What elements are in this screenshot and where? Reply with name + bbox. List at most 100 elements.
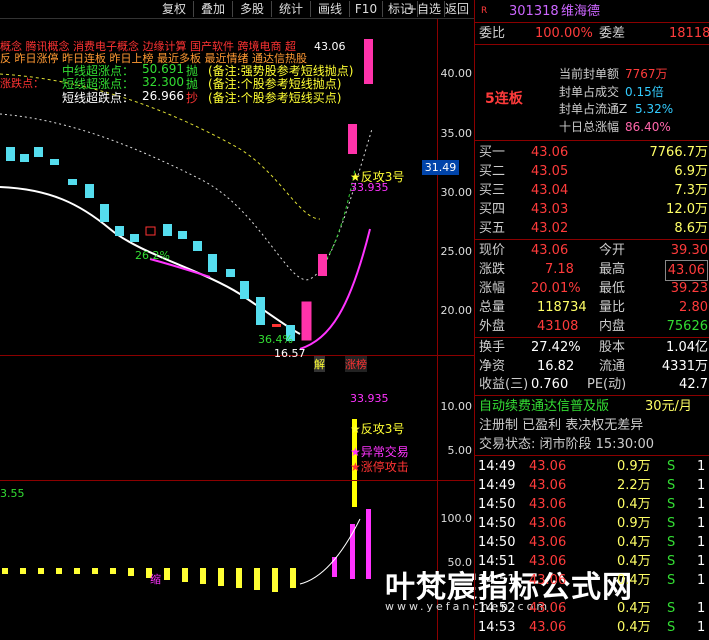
zd-label: 涨跌点： [0,77,44,90]
back-button[interactable]: 返回 [440,1,475,17]
weicha-value: 18118 [669,26,709,41]
price-axis [437,19,438,640]
bid-label: 买三 [479,183,506,198]
quote-label: 最高 [599,262,626,277]
fund-row: 收益(三) 0.760 PE(动) 42.7 [475,375,709,394]
sub-tick: 5.00 [447,444,473,457]
price-tick: 30.00 [440,186,473,199]
bid-price: 43.04 [531,183,569,198]
kline-chart[interactable] [0,19,474,640]
trade-row: 14:50 43.06 0.4万 S 1 [478,535,706,550]
status-row: 交易状态: 闭市阶段 15:30:00 [475,435,709,454]
target-price-label-2: 33.935 [350,392,389,405]
weibi-label: 委比 [479,26,506,41]
seal-value: 86.40% [625,120,671,134]
candle [100,204,109,222]
trade-list[interactable]: 14:49 43.06 0.9万 S 1 14:49 43.06 2.2万 S 1 14:50 4… [475,457,709,640]
current-price-tag: 31.49 [422,160,459,175]
quote-row: 总量 118734 量比 2.80 [475,298,709,317]
status-row: 注册制 已盈利 表决权无差异 [475,416,709,435]
quote-label: 涨跌 [479,262,506,277]
promo-row[interactable]: 自动续费通达信普及版 30元/月 [475,397,709,416]
quote-value: 39.23 [670,281,708,296]
quote-label: 总量 [479,300,506,315]
statistics-button[interactable]: 统计 [272,1,311,17]
zhangbang-badge: 涨榜 [345,356,367,372]
candle [145,226,156,236]
quote-label: 外盘 [479,319,506,334]
trade-status-text: 交易状态: 闭市阶段 15:30:00 [479,437,655,452]
bid-volume: 8.6万 [674,221,708,236]
quote-value: 39.30 [670,243,708,258]
candle [240,281,249,299]
bid-price: 43.02 [531,221,569,236]
weibi-value: 100.00% [535,26,593,41]
candle [34,147,43,157]
quote-value: 43.06 [664,260,708,281]
chart-toolbar: 复权 叠加 多股 统计 画线 F10 标记 +自选 返回 [0,0,475,19]
bid-volume: 7.3万 [674,183,708,198]
bid-label: 买四 [479,202,506,217]
limit-up-attack-label: ★涨停攻击 [350,460,409,474]
legend-2-value: 32.300 [142,75,184,89]
fund-label: 收益(三) [479,377,529,392]
quote-label: 量比 [599,300,626,315]
multi-stock-button[interactable]: 多股 [233,1,272,17]
ma-magenta-line [149,228,371,350]
legend-3-action: 抄 [186,91,199,105]
abnormal-text: 异常交易 [360,445,409,459]
promo-text[interactable]: 自动续费通达信普及版 [479,397,609,416]
fund-value: 1.04亿 [666,340,708,355]
trade-row: 14:50 43.06 0.9万 S 1 [478,516,706,531]
bid-price: 43.05 [531,164,569,179]
bid-row[interactable]: 买二 43.05 6.9万 [475,162,709,181]
seal-label: 十日总涨幅 [559,120,620,134]
bid-row[interactable]: 买四 43.03 12.0万 [475,200,709,219]
bid-volume: 7766.7万 [649,145,709,160]
bid-row[interactable]: 买一 43.06 7766.7万 [475,143,709,162]
pane-divider [0,480,474,481]
candle [318,254,327,276]
fund-label: 股本 [599,340,626,355]
sub-tick: 10.00 [440,400,473,413]
low-pct-label: 36.4% [258,333,293,346]
legend-3-label: 短线超跌点： [62,91,135,105]
candle [193,241,202,251]
low-pct-label: 26.2% [135,249,170,262]
add-favorite-button[interactable]: +自选 [404,1,445,17]
draw-line-button[interactable]: 画线 [311,1,350,17]
f10-button[interactable]: F10 [350,1,383,17]
quote-label: 现价 [479,243,506,258]
promo-price[interactable]: 30元/月 [645,397,692,416]
overlay-button[interactable]: 叠加 [194,1,233,17]
quote-label: 内盘 [599,319,626,334]
candle [20,154,29,162]
fund-value: 42.7 [679,377,708,392]
seal-row: 十日总涨幅 86.40% [475,118,709,137]
bid-row[interactable]: 买三 43.04 7.3万 [475,181,709,200]
candle [85,184,94,198]
limit-up-text: 涨停攻击 [360,460,409,474]
fund-row: 净资 16.82 流通 4331万 [475,357,709,376]
volume-bar [366,509,371,579]
quote-label: 今开 [599,243,626,258]
candle [208,254,217,272]
bid-row[interactable]: 买五 43.02 8.6万 [475,219,709,238]
candle [163,224,172,236]
candle [68,179,77,185]
fund-value: 4331万 [661,359,708,374]
weibi-row: 委比 100.00% 委差 18118 [475,24,709,43]
fund-value: 16.82 [537,359,575,374]
legend-1-value: 50.691 [142,62,184,76]
candle [348,124,357,154]
fuquan-button[interactable]: 复权 [155,1,194,17]
fund-row: 换手 27.42% 股本 1.04亿 [475,338,709,357]
bid-volume: 12.0万 [666,202,708,217]
bid-label: 买二 [479,164,506,179]
stock-header: R 301318 维海德 [481,4,601,19]
yellow-volume-bars [2,568,296,592]
trade-row: 14:49 43.06 0.9万 S 1 [478,459,706,474]
seal-value: 5.32% [635,102,674,116]
seal-row: 封单占流通Z 5.32% [475,100,709,119]
fund-label: 流通 [599,359,626,374]
